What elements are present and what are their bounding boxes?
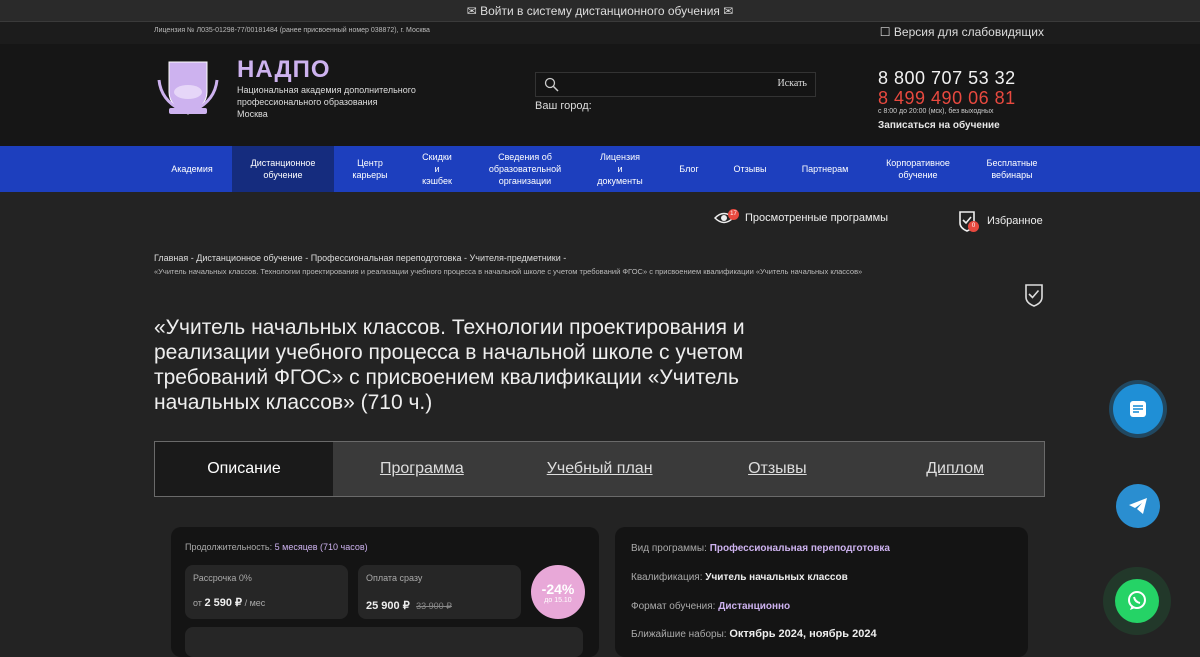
- installment-label: Рассрочка 0%: [193, 573, 252, 583]
- nav-label: Отзывы: [733, 164, 767, 174]
- whatsapp-icon: [1128, 591, 1146, 610]
- license-bar: Лицензия № Л035-01298-77/00181484 (ранее…: [0, 22, 1200, 44]
- remote-login-link[interactable]: ✉ Войти в систему дистанционного обучени…: [467, 4, 734, 18]
- nav-label: Центр карьеры: [352, 158, 388, 180]
- brand-subtitle: Национальная академия дополнительного пр…: [237, 84, 457, 120]
- pricing-card: Продолжительность: 5 месяцев (710 часов)…: [171, 527, 599, 657]
- nav-item-reviews[interactable]: Отзывы: [724, 146, 776, 192]
- document-icon: [1130, 401, 1146, 417]
- search-icon: [544, 77, 559, 92]
- discount-badge: -24% до 15.10: [531, 565, 585, 619]
- page-title: «Учитель начальных классов. Технологии п…: [154, 316, 745, 414]
- brand-city: Москва: [237, 109, 268, 119]
- nav-label: Блог: [679, 164, 699, 174]
- detail-row-qualification: Квалификация: Учитель начальных классов: [631, 572, 848, 583]
- tab-diploma[interactable]: Диплом: [866, 442, 1044, 496]
- detail-row-format: Формат обучения: Дистанционно: [631, 601, 791, 612]
- detail-row-type: Вид программы: Профессиональная переподг…: [631, 543, 890, 554]
- installment-option[interactable]: Рассрочка 0% от 2 590 ₽ / мес: [185, 565, 348, 619]
- pricing-extra-panel: [185, 627, 583, 657]
- nav-label: Сведения об образовательной организации: [488, 152, 562, 186]
- nav-label: Лицензия и документы: [597, 152, 643, 186]
- nav-label: Корпоративное обучение: [886, 158, 950, 180]
- favorites-count-badge: 0: [968, 220, 979, 232]
- search-input[interactable]: Искать: [535, 72, 816, 97]
- duration-label: Продолжительность:: [185, 542, 273, 552]
- duration: Продолжительность: 5 месяцев (710 часов): [185, 542, 368, 552]
- nav-item-webinars[interactable]: Бесплатные вебинары: [976, 146, 1048, 192]
- telegram-button[interactable]: [1116, 484, 1160, 528]
- site-header: НАДПО Национальная академия дополнительн…: [0, 44, 1200, 146]
- tab-curriculum[interactable]: Учебный план: [511, 442, 689, 496]
- brand-sub-line: Национальная академия дополнительного: [237, 85, 416, 95]
- phone-primary[interactable]: 8 800 707 53 32: [878, 68, 1016, 89]
- nav-item-academy[interactable]: Академия: [158, 146, 226, 192]
- nav-item-blog[interactable]: Блог: [670, 146, 708, 192]
- brand-sub-line: профессионального образования: [237, 97, 378, 107]
- tab-program[interactable]: Программа: [333, 442, 511, 496]
- duration-value: 5 месяцев (710 часов): [274, 542, 368, 552]
- discount-deadline: до 15.10: [544, 596, 572, 604]
- accessibility-version-link[interactable]: ☐ Версия для слабовидящих: [880, 25, 1044, 39]
- breadcrumb-item[interactable]: Дистанционное обучение: [196, 253, 302, 263]
- brand-name[interactable]: НАДПО: [237, 56, 331, 84]
- detail-row-intake: Ближайшие наборы: Октябрь 2024, ноябрь 2…: [631, 628, 877, 640]
- breadcrumb: Главная - Дистанционное обучение - Профе…: [154, 253, 567, 263]
- work-hours: с 8:00 до 20:00 (мск), без выходных: [878, 108, 994, 115]
- viewed-programs-label: Просмотренные программы: [745, 212, 889, 224]
- add-to-favorites-icon[interactable]: [1024, 283, 1044, 307]
- pay-full-option[interactable]: Оплата сразу 25 900 ₽ 33 900 ₽: [358, 565, 521, 619]
- nav-item-discounts[interactable]: Скидки и кэшбек: [408, 146, 466, 192]
- tab-description[interactable]: Описание: [155, 442, 333, 496]
- breadcrumb-item[interactable]: Учителя-предметники: [470, 253, 561, 263]
- nav-label: Партнерам: [801, 164, 849, 174]
- nav-item-organization-info[interactable]: Сведения об образовательной организации: [478, 146, 572, 192]
- discount-value: -24%: [541, 580, 575, 597]
- remote-learning-login-bar[interactable]: ✉ Войти в систему дистанционного обучени…: [0, 0, 1200, 22]
- academy-logo[interactable]: [155, 58, 221, 118]
- feedback-form-button[interactable]: [1113, 384, 1163, 434]
- nav-item-distance-learning[interactable]: Дистанционное обучение: [232, 146, 334, 192]
- favorites-link[interactable]: 0 Избранное: [958, 210, 1043, 232]
- city-selector[interactable]: Ваш город:: [535, 100, 592, 112]
- tab-reviews[interactable]: Отзывы: [689, 442, 867, 496]
- viewed-count-badge: 17: [728, 208, 739, 220]
- telegram-icon: [1129, 498, 1147, 514]
- program-details-card: Вид программы: Профессиональная переподг…: [615, 527, 1028, 657]
- installment-price: от 2 590 ₽ / мес: [193, 597, 266, 609]
- favorites-label: Избранное: [987, 215, 1043, 227]
- phone-secondary[interactable]: 8 499 490 06 81: [878, 88, 1016, 109]
- breadcrumb-item[interactable]: Главная: [154, 253, 188, 263]
- enroll-link[interactable]: Записаться на обучение: [878, 120, 1000, 131]
- search-button[interactable]: Искать: [778, 78, 807, 89]
- pay-full-price: 25 900 ₽ 33 900 ₽: [366, 600, 452, 612]
- nav-item-license[interactable]: Лицензия и документы: [586, 146, 654, 192]
- main-navigation: Академия Дистанционное обучение Центр карь…: [0, 146, 1200, 192]
- nav-label: Бесплатные вебинары: [986, 158, 1038, 180]
- nav-label: Скидки и кэшбек: [422, 152, 452, 186]
- nav-label: Академия: [171, 164, 213, 174]
- breadcrumb-item[interactable]: Профессиональная переподготовка: [311, 253, 462, 263]
- whatsapp-button[interactable]: [1103, 567, 1171, 635]
- breadcrumb-current: «Учитель начальных классов. Технологии п…: [154, 267, 863, 276]
- license-text: Лицензия № Л035-01298-77/00181484 (ранее…: [154, 27, 430, 34]
- nav-label: Дистанционное обучение: [250, 158, 316, 180]
- viewed-programs-link[interactable]: 17 Просмотренные программы: [714, 208, 889, 226]
- pay-full-label: Оплата сразу: [366, 573, 423, 583]
- nav-item-partners[interactable]: Партнерам: [792, 146, 858, 192]
- nav-item-corporate[interactable]: Корпоративное обучение: [876, 146, 960, 192]
- whatsapp-circle: [1115, 579, 1159, 623]
- course-tabs: Описание Программа Учебный план Отзывы Д…: [154, 441, 1045, 497]
- nav-item-career-center[interactable]: Центр карьеры: [340, 146, 400, 192]
